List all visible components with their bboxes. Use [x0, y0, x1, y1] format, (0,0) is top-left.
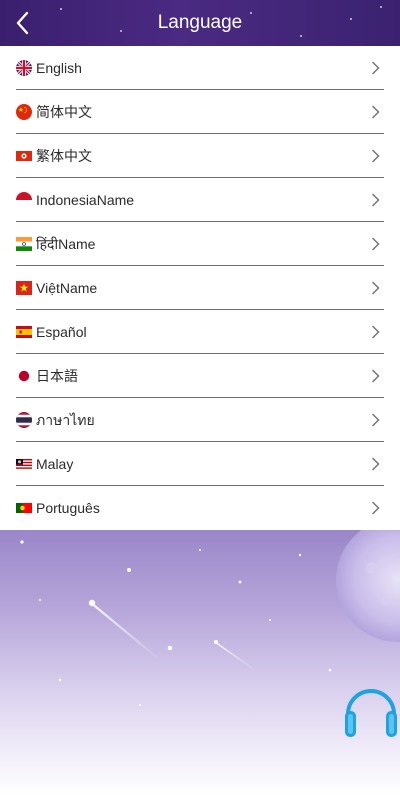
- uk-flag-icon: [16, 60, 32, 76]
- language-label: 简体中文: [36, 104, 92, 120]
- headset-icon[interactable]: [342, 684, 400, 744]
- language-item-thai[interactable]: ภาษาไทย: [16, 398, 384, 442]
- language-label: Malay: [36, 456, 74, 472]
- chevron-right-icon: [371, 325, 380, 339]
- header-bar: Language: [0, 0, 400, 46]
- chevron-right-icon: [371, 281, 380, 295]
- vietnam-flag-icon: [16, 281, 32, 295]
- hongkong-flag-icon: [16, 151, 32, 161]
- language-item-malay[interactable]: Malay: [16, 442, 384, 486]
- chevron-right-icon: [371, 457, 380, 471]
- chevron-right-icon: [371, 501, 380, 515]
- language-item-vietnamese[interactable]: ViệtName: [16, 266, 384, 310]
- chevron-right-icon: [371, 369, 380, 383]
- chevron-right-icon: [371, 193, 380, 207]
- malaysia-flag-icon: [16, 459, 32, 469]
- page-title: Language: [157, 12, 243, 33]
- starry-background: [0, 530, 400, 796]
- language-item-japanese[interactable]: 日本語: [16, 354, 384, 398]
- language-item-english[interactable]: English: [16, 46, 384, 90]
- spain-flag-icon: [16, 326, 32, 338]
- language-label: IndonesiaName: [36, 192, 135, 208]
- chevron-right-icon: [371, 149, 380, 163]
- language-item-portuguese[interactable]: Português: [16, 486, 384, 530]
- language-label: ViệtName: [36, 280, 98, 296]
- language-item-traditional-chinese[interactable]: 繁体中文: [16, 134, 384, 178]
- language-label: Português: [36, 500, 100, 516]
- chevron-right-icon: [371, 237, 380, 251]
- portugal-flag-icon: [16, 503, 32, 513]
- chevron-right-icon: [371, 105, 380, 119]
- thailand-flag-icon: [16, 412, 32, 428]
- language-item-indonesian[interactable]: IndonesiaName: [16, 178, 384, 222]
- chevron-right-icon: [371, 61, 380, 75]
- language-label: English: [36, 60, 82, 76]
- language-label: 繁体中文: [36, 148, 92, 164]
- language-label: 日本語: [36, 368, 78, 384]
- language-label: Español: [36, 324, 87, 340]
- language-label: ภาษาไทย: [36, 412, 95, 428]
- indonesia-flag-icon: [16, 192, 32, 208]
- chevron-right-icon: [371, 413, 380, 427]
- starry-background-art: [20, 530, 400, 706]
- language-item-spanish[interactable]: Español: [16, 310, 384, 354]
- language-item-hindi[interactable]: हिंदीName: [16, 222, 384, 266]
- language-list: English 简体中文 繁体中文 IndonesiaName हिंदीNam…: [0, 46, 400, 530]
- language-label: हिंदीName: [36, 236, 96, 252]
- india-flag-icon: [16, 237, 32, 251]
- japan-flag-icon: [16, 368, 32, 384]
- china-flag-icon: [16, 104, 32, 120]
- language-item-simplified-chinese[interactable]: 简体中文: [16, 90, 384, 134]
